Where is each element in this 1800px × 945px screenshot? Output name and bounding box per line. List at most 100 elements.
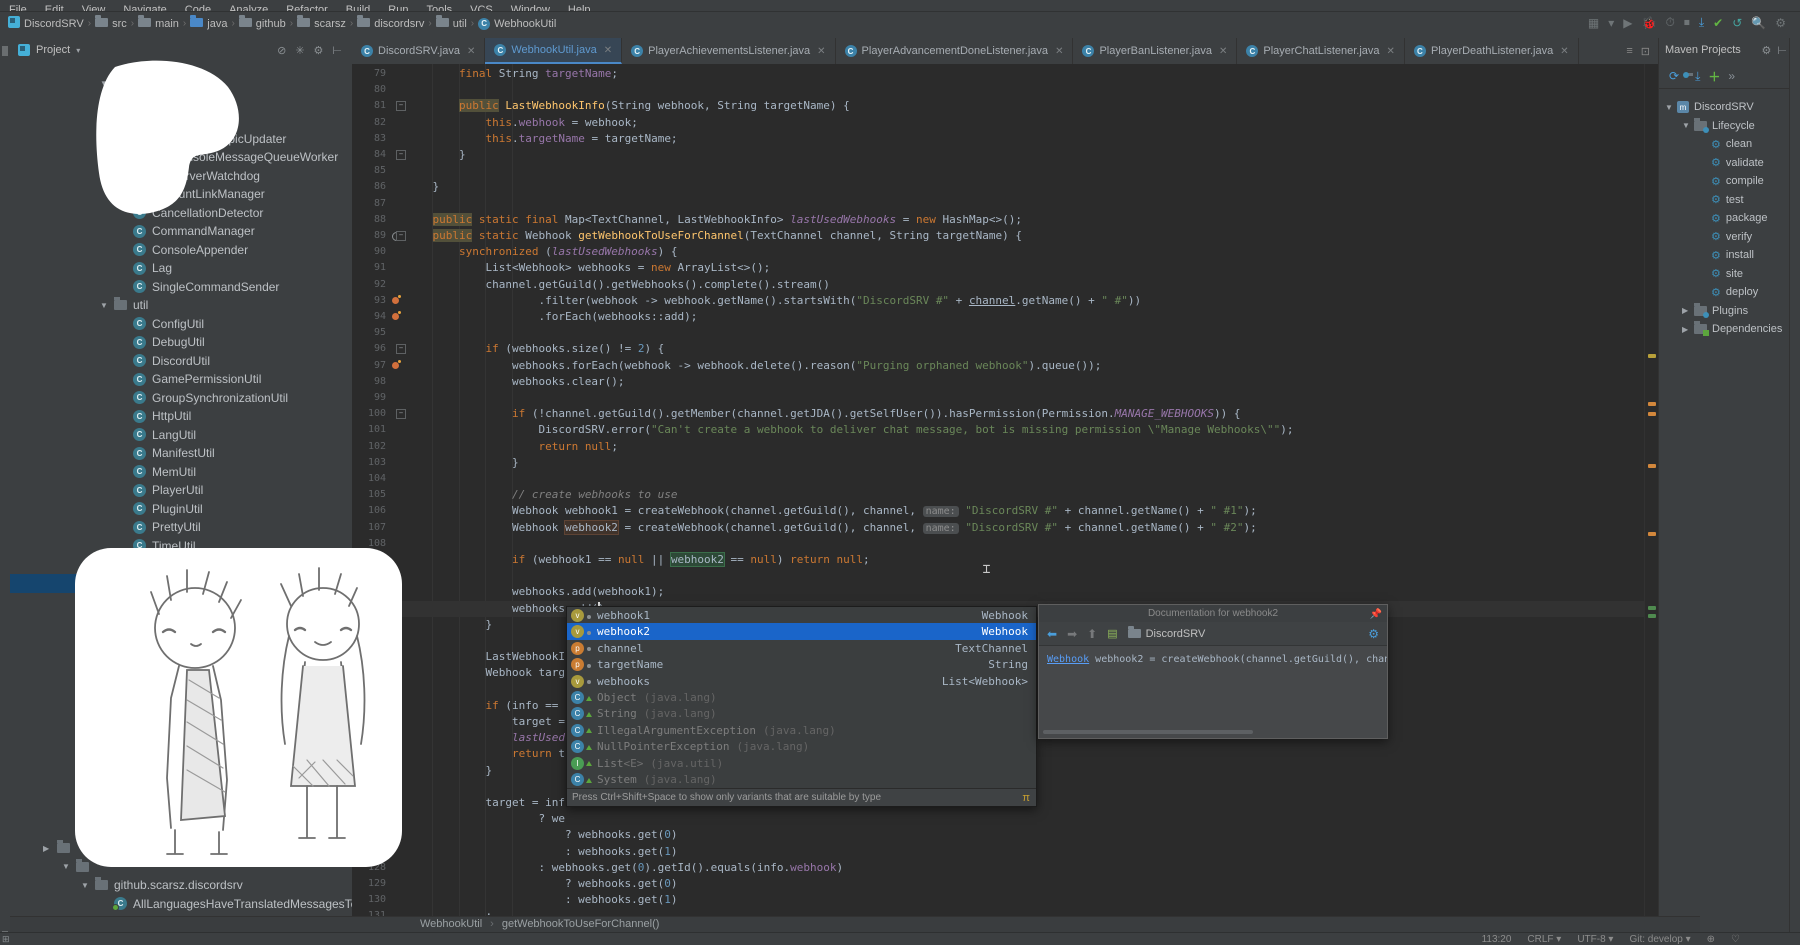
- editor-code-line-131[interactable]: 131 ;: [352, 908, 1644, 916]
- back-icon[interactable]: ⬅: [1047, 627, 1057, 641]
- documentation-content[interactable]: Webhook webhook2 = createWebhook(channel…: [1039, 646, 1387, 732]
- editor-code-line-91[interactable]: 91 List<Webhook> webhooks = new ArrayLis…: [352, 260, 1644, 276]
- up-icon[interactable]: ⬆: [1087, 627, 1097, 641]
- menu-build[interactable]: Build: [337, 3, 379, 12]
- editor-code-line-109[interactable]: 109 if (webhook1 == null || webhook2 == …: [352, 552, 1644, 568]
- completion-item-List[interactable]: IList<E> (java.util): [567, 755, 1036, 772]
- maven-tree-item-verify[interactable]: ⚙verify: [1699, 228, 1752, 246]
- completion-item-targetName[interactable]: ptargetNameString: [567, 656, 1036, 673]
- breadcrumb-src[interactable]: src›: [95, 18, 134, 30]
- tab-PlayerDeathListener.java[interactable]: CPlayerDeathListener.java✕: [1405, 38, 1579, 64]
- editor-code-line-90[interactable]: 90 synchronized (lastUsedWebhooks) {: [352, 244, 1644, 260]
- editor-code-line-126[interactable]: 126 ? webhooks.get(0): [352, 827, 1644, 843]
- maven-tree-item-deploy[interactable]: ⚙deploy: [1699, 283, 1758, 301]
- maven-tree-item-package[interactable]: ⚙package: [1699, 209, 1767, 227]
- editor-code-line-97[interactable]: 97 webhooks.forEach(webhook -> webhook.d…: [352, 358, 1644, 374]
- editor-code-line-80[interactable]: 80: [352, 82, 1644, 98]
- plus-icon[interactable]: ⊕: [1707, 934, 1715, 945]
- tab-bar-icon[interactable]: ⊡: [1641, 45, 1650, 58]
- collapse-all-icon[interactable]: ⊘: [277, 44, 286, 57]
- editor-code-line-82[interactable]: 82 this.webhook = webhook;: [352, 115, 1644, 131]
- stripe-mark[interactable]: [1648, 532, 1656, 536]
- maven-tree-item-Plugins[interactable]: ▶Plugins: [1682, 302, 1748, 320]
- maven-download-sources-icon[interactable]: ⤓: [1695, 69, 1700, 84]
- project-tree-item-github.scarsz.discordsrv[interactable]: ▼github.scarsz.discordsrv: [81, 876, 243, 894]
- maven-tree-item-site[interactable]: ⚙site: [1699, 265, 1743, 283]
- breadcrumb-util[interactable]: util›: [436, 18, 474, 30]
- close-tab-icon[interactable]: ✕: [1387, 46, 1395, 57]
- project-toolwindow-button[interactable]: [2, 46, 8, 56]
- maven-tree-item-install[interactable]: ⚙install: [1699, 246, 1754, 264]
- menu-navigate[interactable]: Navigate: [114, 3, 175, 12]
- menu-refactor[interactable]: Refactor: [277, 3, 337, 12]
- editor-code-line-79[interactable]: 79 final String targetName;: [352, 66, 1644, 82]
- menu-file[interactable]: File: [0, 3, 36, 12]
- breadcrumb-github[interactable]: github›: [239, 18, 293, 30]
- project-tree-item-GamePermissionUtil[interactable]: CGamePermissionUtil: [119, 370, 261, 388]
- completion-item-System[interactable]: CSystem (java.lang): [567, 771, 1036, 788]
- editor-code-line-98[interactable]: 98 webhooks.clear();: [352, 374, 1644, 390]
- menu-help[interactable]: Help: [559, 3, 600, 12]
- project-tree-item-PluginUtil[interactable]: CPluginUtil: [119, 500, 203, 518]
- breadcrumb-scarsz[interactable]: scarsz›: [297, 18, 353, 30]
- stop-icon[interactable]: ⏹: [1684, 15, 1690, 30]
- close-tab-icon[interactable]: ✕: [1219, 46, 1227, 57]
- editor-code-line-127[interactable]: 127 : webhooks.get(1): [352, 844, 1644, 860]
- project-tree-item-AllLanguagesHaveTranslatedMessagesTest[interactable]: CAllLanguagesHaveTranslatedMessagesTest: [100, 895, 352, 913]
- editor-code-line-81[interactable]: 81 public LastWebhookInfo(String webhook…: [352, 98, 1644, 114]
- completion-item-IllegalArgumentException[interactable]: CIllegalArgumentException (java.lang): [567, 722, 1036, 739]
- debug-icon[interactable]: 🐞: [1642, 16, 1657, 30]
- close-tab-icon[interactable]: ✕: [817, 46, 825, 57]
- editor-code-line-111[interactable]: 111 webhooks.add(webhook1);: [352, 584, 1644, 600]
- right-toolwindow-strip[interactable]: [1789, 38, 1800, 945]
- editor-code-line-108[interactable]: 108: [352, 536, 1644, 552]
- stripe-mark[interactable]: [1648, 412, 1656, 416]
- project-tree-item-GroupSynchronizationUtil[interactable]: CGroupSynchronizationUtil: [119, 389, 288, 407]
- maven-tree-item-Lifecycle[interactable]: ▼Lifecycle: [1682, 117, 1755, 135]
- forward-icon[interactable]: ➡: [1067, 627, 1077, 641]
- editor-code-line-128[interactable]: 128 : webhooks.get(0).getId().equals(inf…: [352, 860, 1644, 876]
- editor-code-line-100[interactable]: 100 if (!channel.getGuild().getMember(ch…: [352, 406, 1644, 422]
- pi-sort-icon[interactable]: π: [1022, 792, 1030, 804]
- gutter-marker-icon[interactable]: [392, 313, 399, 320]
- breadcrumb-java[interactable]: java›: [190, 18, 235, 30]
- coverage-icon[interactable]: ⏱: [1665, 15, 1674, 30]
- settings-icon[interactable]: ⚙: [314, 44, 324, 57]
- project-tree-item-SingleCommandSender[interactable]: CSingleCommandSender: [119, 278, 279, 296]
- vcs-update-icon[interactable]: ⤓: [1699, 15, 1704, 30]
- stripe-mark[interactable]: [1648, 606, 1656, 610]
- fold-icon[interactable]: −: [396, 150, 406, 160]
- project-tree-item-PlayerUtil[interactable]: CPlayerUtil: [119, 481, 203, 499]
- menu-vcs[interactable]: VCS: [461, 3, 502, 12]
- asterisk-icon[interactable]: ✳: [295, 44, 304, 57]
- status-line-ending[interactable]: CRLF ▾: [1527, 934, 1561, 945]
- editor-code-line-110[interactable]: 110: [352, 568, 1644, 584]
- editor-code-line-104[interactable]: 104: [352, 471, 1644, 487]
- editor-code-line-99[interactable]: 99: [352, 390, 1644, 406]
- editor-code-line-86[interactable]: 86 }: [352, 179, 1644, 195]
- editor-code-line-96[interactable]: 96 if (webhooks.size() != 2) {−: [352, 341, 1644, 357]
- completion-item-NullPointerException[interactable]: CNullPointerException (java.lang): [567, 738, 1036, 755]
- edit-source-icon[interactable]: ▤: [1107, 627, 1117, 640]
- menu-window[interactable]: Window: [502, 3, 559, 12]
- tab-PlayerAchievementsListener.java[interactable]: CPlayerAchievementsListener.java✕: [622, 38, 835, 64]
- project-tree-item-DebugUtil[interactable]: CDebugUtil: [119, 333, 205, 351]
- fold-icon[interactable]: −: [396, 344, 406, 354]
- status-encoding[interactable]: UTF-8 ▾: [1577, 934, 1613, 945]
- toolwindow-switcher-icon[interactable]: ⊞: [2, 934, 10, 945]
- editor-code-line-89[interactable]: 89 public static Webhook getWebhookToUse…: [352, 228, 1644, 244]
- hide-panel-icon[interactable]: ⊢: [1777, 44, 1787, 57]
- status-position[interactable]: 113:20: [1482, 934, 1512, 945]
- documentation-scrollbar[interactable]: [1043, 730, 1253, 734]
- editor-code-line-130[interactable]: 130 : webhooks.get(1): [352, 892, 1644, 908]
- completion-item-String[interactable]: CString (java.lang): [567, 705, 1036, 722]
- tab-PlayerBanListener.java[interactable]: CPlayerBanListener.java✕: [1073, 38, 1237, 64]
- editor-code-line-94[interactable]: 94 .forEach(webhooks::add);: [352, 309, 1644, 325]
- project-tree-item-util[interactable]: ▼util: [100, 296, 148, 314]
- editor-code-line-87[interactable]: 87: [352, 196, 1644, 212]
- project-tree-item-ConsoleAppender[interactable]: CConsoleAppender: [119, 241, 248, 259]
- vcs-commit-icon[interactable]: ✔: [1713, 16, 1723, 30]
- menu-tools[interactable]: Tools: [417, 3, 461, 12]
- editor-error-stripe[interactable]: [1644, 64, 1659, 916]
- fold-icon[interactable]: −: [396, 231, 406, 241]
